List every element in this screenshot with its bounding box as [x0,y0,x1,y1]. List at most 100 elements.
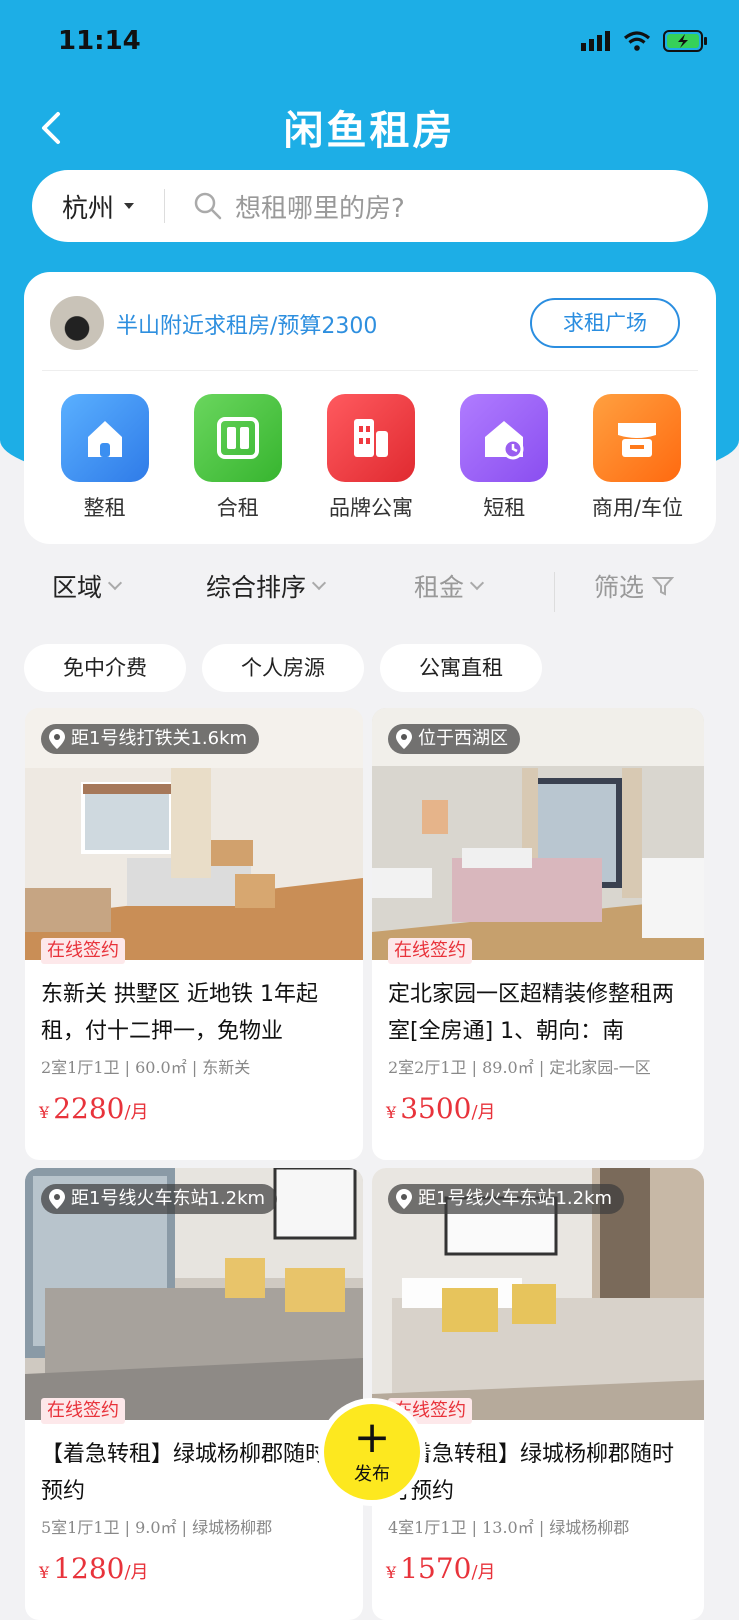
title-bar: 闲鱼租房 [0,98,739,158]
search-divider [164,189,166,223]
listing-card[interactable]: 位于西湖区 在线签约 定北家园一区超精装修整租两室[全房通] 1、朝向：南 2室… [372,708,704,1160]
price-unit: /月 [124,1102,149,1123]
listing-price: ¥2280/月 [39,1092,149,1125]
price-unit: /月 [471,1102,496,1123]
filter-area[interactable]: 区域 [52,568,123,604]
publish-label: 发布 [354,1464,390,1485]
location-tag: 位于西湖区 [388,724,520,754]
publish-button[interactable]: + 发布 [318,1398,426,1506]
listing-photo: 距1号线火车东站1.2km [372,1168,704,1420]
online-sign-badge: 在线签约 [41,1398,125,1424]
location-text: 距1号线火车东站1.2km [418,1188,613,1209]
search-input[interactable]: 想租哪里的房? [235,188,405,225]
currency-symbol: ¥ [386,1103,397,1122]
filter-sort[interactable]: 综合排序 [206,568,327,604]
chip-no-agent-fee[interactable]: 免中介费 [24,644,186,692]
filter-rent[interactable]: 租金 [414,568,485,604]
shared-room-icon [193,394,282,482]
status-icons [581,30,709,52]
chevron-down-icon [469,575,485,591]
currency-symbol: ¥ [39,1563,50,1582]
category-label: 合租 [216,496,259,520]
status-bar: 11:14 [0,0,739,88]
page-title: 闲鱼租房 [283,108,456,154]
online-sign-badge: 在线签约 [41,938,125,964]
location-tag: 距1号线打铁关1.6km [41,724,260,754]
chip-personal-listing[interactable]: 个人房源 [202,644,364,692]
caret-down-icon [124,203,135,209]
location-pin-icon [49,729,65,749]
cellular-signal-icon [581,31,610,51]
location-pin-icon [49,1189,65,1209]
listing-card[interactable]: 距1号线火车东站1.2km 在线签约 【着急转租】绿城杨柳郡随时可预约 5室1厅… [25,1168,363,1620]
price-amount: 2280 [53,1092,125,1125]
clock-house-icon [460,394,549,482]
wifi-icon [623,31,651,51]
category-brand-apartment[interactable]: 品牌公寓 [304,394,437,522]
rent-square-button[interactable]: 求租广场 [530,298,680,348]
listing-meta: 2室2厅1卫 | 89.0㎡ | 定北家园-一区 [388,1058,651,1077]
filter-bar: 区域 综合排序 租金 筛选 [0,568,739,618]
price-unit: /月 [124,1562,149,1583]
location-text: 位于西湖区 [418,728,508,749]
listing-card[interactable]: 距1号线火车东站1.2km 在线签约 【着急转租】绿城杨柳郡随时可预约 4室1厅… [372,1168,704,1620]
chip-apartment-direct[interactable]: 公寓直租 [380,644,542,692]
category-label: 品牌公寓 [329,496,413,520]
listing-card[interactable]: 距1号线打铁关1.6km 在线签约 东新关 拱墅区 近地铁 1年起租，付十二押一… [25,708,363,1160]
filter-label: 区域 [52,573,103,602]
status-time: 11:14 [58,26,141,56]
category-label: 短租 [483,496,526,520]
search-icon [194,192,222,220]
publish-button-inner: + 发布 [324,1404,420,1500]
chevron-down-icon [311,575,327,591]
category-whole-rent[interactable]: 整租 [38,394,171,522]
chevron-down-icon [107,575,123,591]
currency-symbol: ¥ [39,1103,50,1122]
listing-title: 定北家园一区超精装修整租两室[全房通] 1、朝向：南 [388,982,675,1044]
filter-divider [554,572,555,612]
plus-icon: + [353,1412,391,1463]
listing-title: 东新关 拱墅区 近地铁 1年起租，付十二押一，免物业 [41,982,318,1044]
category-card: 半山附近求租房/预算2300 求租广场 整租 合租 品牌公寓 短租 商用/车位 [24,272,716,544]
price-amount: 3500 [400,1092,472,1125]
category-row: 整租 合租 品牌公寓 短租 商用/车位 [38,394,704,522]
listing-meta: 5室1厅1卫 | 9.0㎡ | 绿城杨柳郡 [41,1518,273,1537]
city-selector[interactable]: 杭州 [62,188,135,225]
building-icon [327,394,415,482]
filter-more[interactable]: 筛选 [594,568,675,604]
house-icon [60,394,149,482]
location-pin-icon [396,729,412,749]
listing-photo: 距1号线火车东站1.2km [25,1168,363,1420]
online-sign-badge: 在线签约 [388,938,472,964]
category-label: 商用/车位 [591,496,683,520]
listing-meta: 2室1厅1卫 | 60.0㎡ | 东新关 [41,1058,251,1077]
filter-label: 筛选 [594,573,645,602]
battery-charging-icon [663,30,707,52]
listing-meta: 4室1厅1卫 | 13.0㎡ | 绿城杨柳郡 [388,1518,630,1537]
shop-icon [593,394,682,482]
price-unit: /月 [471,1562,496,1583]
funnel-icon [652,577,675,596]
listing-photo: 位于西湖区 [372,708,704,960]
avatar [50,296,104,350]
rent-request-text[interactable]: 半山附近求租房/预算2300 [116,308,377,340]
listing-price: ¥1280/月 [39,1552,149,1585]
quick-chips: 免中介费 个人房源 公寓直租 [24,644,542,692]
filter-label: 综合排序 [206,573,307,602]
listing-photo: 距1号线打铁关1.6km [25,708,363,960]
rent-request-row[interactable]: 半山附近求租房/预算2300 求租广场 [50,296,690,352]
filter-label: 租金 [414,573,465,602]
listing-title: 【着急转租】绿城杨柳郡随时可预约 [41,1442,350,1504]
price-amount: 1570 [400,1552,472,1585]
category-label: 整租 [83,496,126,520]
category-commercial-parking[interactable]: 商用/车位 [571,394,704,522]
search-bar[interactable]: 杭州 想租哪里的房? [32,170,708,242]
category-short-rent[interactable]: 短租 [438,394,571,522]
card-divider [42,370,698,371]
location-tag: 距1号线火车东站1.2km [388,1184,625,1214]
currency-symbol: ¥ [386,1563,397,1582]
location-text: 距1号线火车东站1.2km [71,1188,266,1209]
category-shared-rent[interactable]: 合租 [171,394,304,522]
location-pin-icon [396,1189,412,1209]
city-label: 杭州 [62,193,115,224]
